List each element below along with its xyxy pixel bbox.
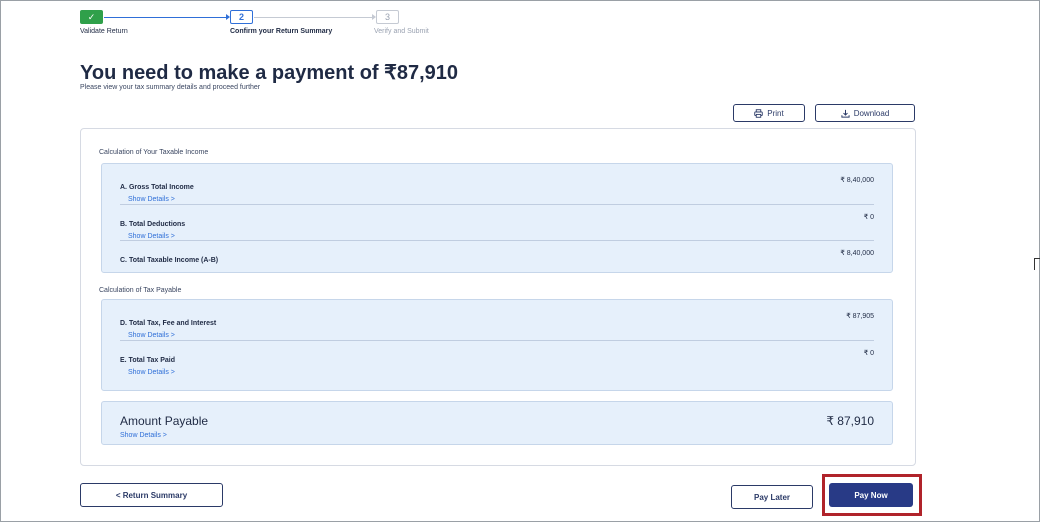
show-details-link[interactable]: Show Details > xyxy=(128,233,874,240)
pay-now-button[interactable]: Pay Now xyxy=(829,483,913,507)
step-connector xyxy=(104,17,228,18)
page-title: You need to make a payment of ₹87,910 xyxy=(80,62,459,84)
amount-payable-panel: Amount Payable Show Details > ₹ 87,910 xyxy=(101,401,893,445)
row-label: A. Gross Total Income xyxy=(120,184,194,191)
print-button[interactable]: Print xyxy=(733,104,805,122)
total-tax-row: D. Total Tax, Fee and Interest Show Deta… xyxy=(120,312,874,339)
row-divider xyxy=(120,340,874,341)
row-value: ₹ 8,40,000 xyxy=(840,250,874,257)
taxable-income-total-row: C. Total Taxable Income (A-B) ₹ 8,40,000 xyxy=(120,249,874,267)
step-1-label: Validate Return xyxy=(80,28,128,35)
download-button[interactable]: Download xyxy=(815,104,915,122)
tax-summary-card: Calculation of Your Taxable Income A. Gr… xyxy=(80,128,916,466)
step-3-label: Verify and Submit xyxy=(374,28,429,35)
amount-payable-row: Amount Payable Show Details > ₹ 87,910 xyxy=(120,412,874,439)
progress-stepper: ✓ 2 3 Validate Return Confirm your Retur… xyxy=(80,8,550,48)
row-divider xyxy=(120,204,874,205)
row-label: C. Total Taxable Income (A-B) xyxy=(120,257,219,264)
tax-payable-title: Calculation of Tax Payable xyxy=(99,287,182,294)
row-label: E. Total Tax Paid xyxy=(120,357,175,364)
show-details-link[interactable]: Show Details > xyxy=(128,369,874,376)
row-divider xyxy=(120,240,874,241)
show-details-link[interactable]: Show Details > xyxy=(128,196,874,203)
print-icon xyxy=(754,108,763,118)
download-icon xyxy=(841,109,850,118)
pay-later-button[interactable]: Pay Later xyxy=(731,485,813,509)
step-connector xyxy=(254,17,374,18)
step-2-indicator: 2 xyxy=(230,10,253,24)
tax-payable-panel: D. Total Tax, Fee and Interest Show Deta… xyxy=(101,299,893,391)
total-deductions-row: B. Total Deductions Show Details > ₹ 0 xyxy=(120,213,874,240)
row-value: ₹ 0 xyxy=(863,214,874,221)
row-label: B. Total Deductions xyxy=(120,221,186,228)
row-value: ₹ 8,40,000 xyxy=(840,177,874,184)
show-details-link[interactable]: Show Details > xyxy=(120,432,874,439)
edge-marker xyxy=(1034,258,1040,270)
print-label: Print xyxy=(767,108,784,118)
row-value: ₹ 0 xyxy=(863,350,874,357)
taxable-income-panel: A. Gross Total Income Show Details > ₹ 8… xyxy=(101,163,893,273)
step-1-check-icon: ✓ xyxy=(80,10,103,24)
amount-payable-label: Amount Payable xyxy=(120,414,209,428)
return-summary-button[interactable]: < Return Summary xyxy=(80,483,223,507)
show-details-link[interactable]: Show Details > xyxy=(128,332,874,339)
amount-payable-value: ₹ 87,910 xyxy=(826,414,874,428)
page-subtitle: Please view your tax summary details and… xyxy=(80,84,261,91)
taxable-income-title: Calculation of Your Taxable Income xyxy=(99,149,209,156)
step-3-indicator: 3 xyxy=(376,10,399,24)
step-2-label: Confirm your Return Summary xyxy=(230,28,333,35)
download-label: Download xyxy=(853,108,890,118)
row-value: ₹ 87,905 xyxy=(846,313,874,320)
gross-income-row: A. Gross Total Income Show Details > ₹ 8… xyxy=(120,176,874,203)
row-label: D. Total Tax, Fee and Interest xyxy=(120,320,217,327)
tax-paid-row: E. Total Tax Paid Show Details > ₹ 0 xyxy=(120,349,874,376)
